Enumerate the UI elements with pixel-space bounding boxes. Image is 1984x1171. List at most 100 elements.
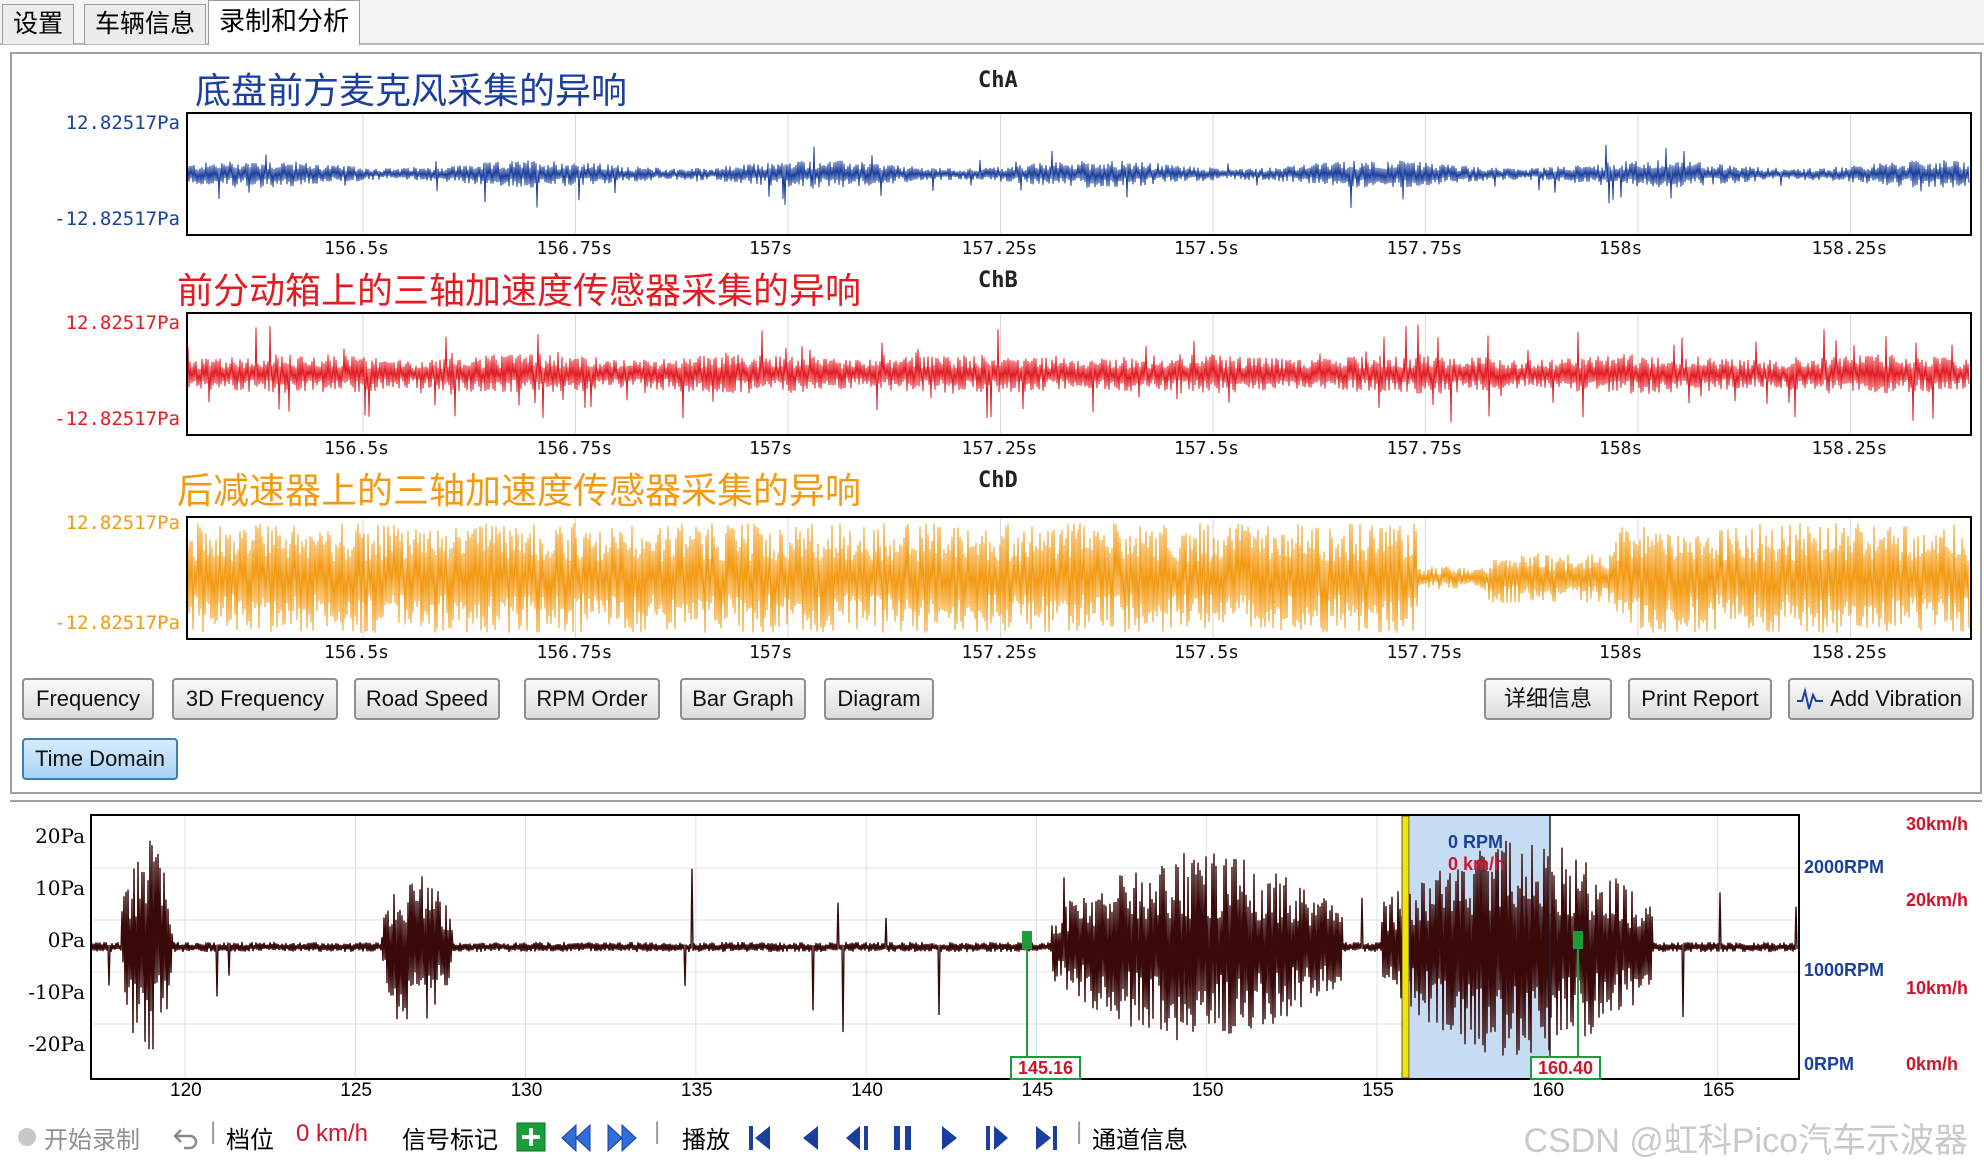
skip-to-end-icon[interactable] <box>1032 1122 1060 1161</box>
bar-graph-button[interactable]: Bar Graph <box>680 678 806 720</box>
add-vibration-button[interactable]: Add Vibration <box>1788 678 1974 720</box>
frame-back-icon[interactable] <box>842 1122 872 1161</box>
overview-xtick-label: 165 <box>1702 1080 1735 1101</box>
watermark: CSDN @虹科Pico汽车示波器 <box>1523 1122 1968 1160</box>
time-domain-button[interactable]: Time Domain <box>22 738 178 780</box>
xtick-label: 158.25s <box>1811 438 1888 459</box>
play-icon[interactable] <box>938 1122 962 1161</box>
channel-a-title: 底盘前方麦克风采集的异响 <box>195 71 628 112</box>
overview-xtick-label: 160 <box>1532 1080 1565 1101</box>
overview-xtick-label: 145 <box>1021 1080 1054 1101</box>
overview-xtick-label: 140 <box>851 1080 883 1101</box>
details-button[interactable]: 详细信息 <box>1484 678 1612 720</box>
channel-b-plot[interactable] <box>186 312 1972 436</box>
pause-icon[interactable] <box>890 1122 916 1161</box>
channel-a-plot[interactable] <box>186 112 1972 236</box>
start-record-button[interactable]: 开始录制 <box>44 1120 140 1155</box>
cursor-rpm-readout: 0 RPM <box>1448 832 1504 852</box>
next-mark-icon[interactable] <box>604 1122 640 1161</box>
frame-forward-icon[interactable] <box>982 1122 1012 1161</box>
overview-xtick-label: 155 <box>1362 1080 1394 1101</box>
overview-xtick-label: 135 <box>680 1080 713 1101</box>
channel-b-ymin: -12.82517Pa <box>54 408 180 430</box>
xtick-label: 157s <box>749 438 793 459</box>
xtick-label: 156.75s <box>536 438 613 459</box>
xtick-label: 156.5s <box>324 642 390 663</box>
speed-label-0: 0km/h <box>1906 1054 1959 1074</box>
xtick-label: 157.5s <box>1174 438 1240 459</box>
channel-d-waveform <box>188 518 1970 638</box>
xtick-label: 156.5s <box>324 438 390 459</box>
xtick-label: 157.25s <box>961 238 1038 259</box>
channel-d-id: ChD <box>978 468 1018 493</box>
rpm-label-2000: 2000RPM <box>1804 857 1885 877</box>
marker-label-1[interactable]: 145.16 <box>1010 1056 1082 1080</box>
xtick-label: 156.75s <box>536 238 613 259</box>
channel-info-button[interactable]: 通道信息 <box>1092 1120 1188 1155</box>
add-mark-icon[interactable] <box>516 1122 546 1159</box>
rpm-order-button[interactable]: RPM Order <box>524 678 660 720</box>
cursor-speed-readout: 0 km/h <box>1448 854 1506 874</box>
previous-mark-icon[interactable] <box>558 1122 594 1161</box>
speed-label-30: 30km/h <box>1906 814 1969 834</box>
xtick-label: 157.25s <box>961 438 1038 459</box>
tab-record-analysis[interactable]: 录制和分析 <box>208 0 361 45</box>
undo-icon[interactable] <box>172 1124 200 1157</box>
overview-ylabel-m10: -10Pa <box>28 980 85 1004</box>
xtick-label: 157.25s <box>961 642 1038 663</box>
skip-to-start-icon[interactable] <box>746 1122 774 1161</box>
xtick-label: 158.25s <box>1811 642 1888 663</box>
channel-b-title: 前分动箱上的三轴加速度传感器采集的异响 <box>177 271 862 312</box>
rpm-label-1000: 1000RPM <box>1804 960 1885 980</box>
xtick-label: 156.5s <box>324 238 390 259</box>
xtick-label: 158s <box>1599 238 1643 259</box>
frequency-button[interactable]: Frequency <box>22 678 154 720</box>
xtick-label: 157.5s <box>1174 642 1240 663</box>
overview-xtick-label: 130 <box>510 1080 543 1101</box>
overview-xtick-label: 150 <box>1191 1080 1224 1101</box>
channel-d-ymax: 12.82517Pa <box>65 512 180 534</box>
separator: | <box>654 1118 661 1145</box>
record-dot-icon <box>16 1126 38 1155</box>
rpm-label-0: 0RPM <box>1804 1054 1855 1074</box>
overview-xtick-label: 125 <box>340 1080 372 1101</box>
xtick-label: 156.75s <box>536 642 613 663</box>
gear-label: 档位 <box>226 1127 274 1154</box>
tab-settings[interactable]: 设置 <box>2 4 75 44</box>
xtick-label: 158.25s <box>1811 238 1888 259</box>
overview-xtick-label: 120 <box>170 1080 202 1101</box>
channel-b-id: ChB <box>978 268 1018 293</box>
channel-d-title: 后减速器上的三轴加速度传感器采集的异响 <box>177 471 862 512</box>
channel-a-ymin: -12.82517Pa <box>54 208 180 230</box>
xtick-label: 157s <box>749 238 793 259</box>
marker-label-2[interactable]: 160.40 <box>1530 1056 1602 1080</box>
channel-b-waveform <box>188 314 1970 434</box>
speed-label-20: 20km/h <box>1906 890 1969 910</box>
speed-readout: 0 km/h <box>296 1120 369 1147</box>
overview-plot[interactable] <box>90 814 1800 1080</box>
3d-frequency-button[interactable]: 3D Frequency <box>172 678 338 720</box>
channel-panel: 底盘前方麦克风采集的异响 ChA 12.82517Pa -12.82517Pa … <box>10 52 1982 794</box>
channel-d-plot[interactable] <box>186 516 1972 640</box>
overview-waveform <box>92 816 1798 1078</box>
signal-mark-label: 信号标记 <box>402 1127 498 1154</box>
print-report-button[interactable]: Print Report <box>1628 678 1772 720</box>
play-label: 播放 <box>682 1127 730 1154</box>
separator: | <box>1076 1118 1083 1145</box>
overview-panel: 20Pa 10Pa 0Pa -10Pa -20Pa 120 125 130 135 14… <box>10 800 1982 1101</box>
overview-ylabel-0: 0Pa <box>47 928 85 952</box>
channel-d-ymin: -12.82517Pa <box>54 612 180 634</box>
xtick-label: 157.5s <box>1174 238 1240 259</box>
tab-vehicle-info[interactable]: 车辆信息 <box>84 4 207 44</box>
channel-a-ymax: 12.82517Pa <box>65 112 180 134</box>
add-vibration-label: Add Vibration <box>1830 686 1962 711</box>
channel-a-id: ChA <box>978 68 1018 93</box>
xtick-label: 157.75s <box>1386 438 1463 459</box>
xtick-label: 157.75s <box>1386 642 1463 663</box>
road-speed-button[interactable]: Road Speed <box>354 678 500 720</box>
diagram-button[interactable]: Diagram <box>824 678 934 720</box>
step-back-icon[interactable] <box>798 1122 822 1161</box>
channel-a-waveform <box>188 114 1970 234</box>
separator: | <box>210 1118 217 1145</box>
vibration-icon <box>1797 687 1823 710</box>
